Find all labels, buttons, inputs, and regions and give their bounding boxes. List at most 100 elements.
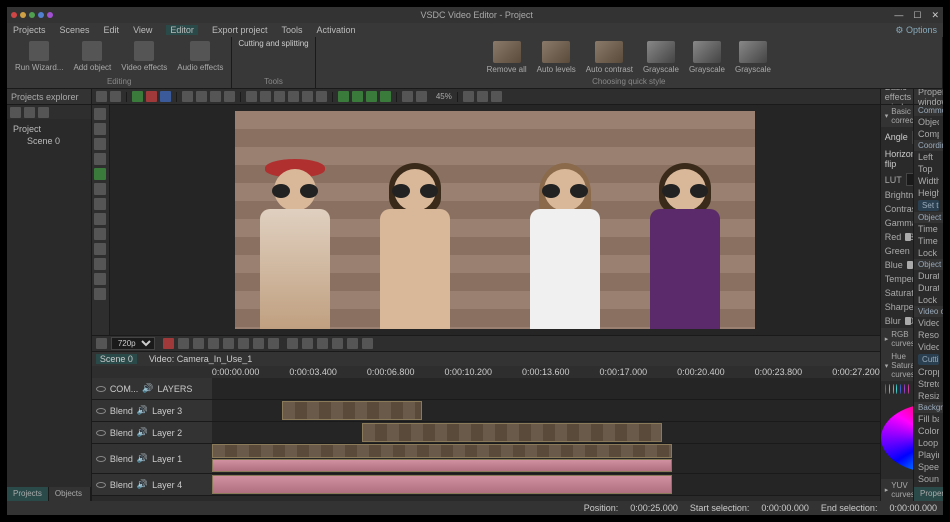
eye-icon[interactable] bbox=[96, 456, 106, 462]
tool-icon[interactable] bbox=[302, 91, 313, 102]
grayscale-button-3[interactable]: Grayscale bbox=[733, 39, 773, 76]
add-object-button[interactable]: Add object bbox=[71, 39, 113, 74]
tool-icon[interactable] bbox=[94, 288, 106, 300]
audio-clip[interactable] bbox=[212, 475, 672, 494]
tool-icon[interactable] bbox=[94, 258, 106, 270]
cursor-icon[interactable] bbox=[94, 108, 106, 120]
eye-icon[interactable] bbox=[96, 482, 106, 488]
play-icon[interactable] bbox=[208, 338, 219, 349]
property-row[interactable]: Fill backgroundNo bbox=[914, 413, 943, 425]
menu-export[interactable]: Export project bbox=[212, 25, 268, 35]
tool-icon[interactable] bbox=[287, 338, 298, 349]
arrow-icon[interactable] bbox=[380, 91, 391, 102]
tab-properties[interactable]: Properties window bbox=[914, 487, 943, 501]
property-row[interactable]: Video duration0:00:13.633 bbox=[914, 341, 943, 353]
property-row[interactable]: Time (frame)0 bbox=[914, 235, 943, 247]
tree-tool-icon[interactable] bbox=[24, 107, 35, 118]
grayscale-button[interactable]: Grayscale bbox=[641, 39, 681, 76]
tool-icon[interactable] bbox=[94, 243, 106, 255]
run-wizard-button[interactable]: Run Wizard... bbox=[13, 39, 65, 74]
property-row[interactable]: Time (ms)0:00:00.000 bbox=[914, 223, 943, 235]
color-swatch[interactable] bbox=[908, 384, 909, 394]
maximize-icon[interactable]: ☐ bbox=[913, 10, 921, 21]
horizontal-flip-toggle[interactable]: Horizontal flip bbox=[885, 149, 913, 169]
eye-icon[interactable] bbox=[96, 408, 106, 414]
tool-icon[interactable] bbox=[94, 183, 106, 195]
property-row[interactable]: Top0.000 bbox=[914, 163, 943, 175]
property-row[interactable]: Left0.000 bbox=[914, 151, 943, 163]
tool-icon[interactable] bbox=[347, 338, 358, 349]
property-row[interactable]: VideoCamera_In_Use.mp4 bbox=[914, 317, 943, 329]
audio-clip[interactable] bbox=[212, 459, 672, 472]
property-row[interactable]: Speed (%)100 bbox=[914, 461, 943, 473]
tool-icon[interactable] bbox=[260, 91, 271, 102]
tab-objects-explorer[interactable]: Objects explorer bbox=[49, 487, 91, 501]
tree-tool-icon[interactable] bbox=[38, 107, 49, 118]
property-row[interactable]: Color0; 0; 0 bbox=[914, 425, 943, 437]
tool-icon[interactable] bbox=[246, 91, 257, 102]
menu-activation[interactable]: Activation bbox=[316, 25, 355, 35]
menu-scenes[interactable]: Scenes bbox=[60, 25, 90, 35]
timeline-tab-video[interactable]: Video: Camera_In_Use_1 bbox=[149, 354, 252, 364]
auto-levels-button[interactable]: Auto levels bbox=[535, 39, 578, 76]
property-row[interactable]: Cropped borders0; 0; 0; 0 bbox=[914, 366, 943, 378]
arrow-icon[interactable] bbox=[352, 91, 363, 102]
remove-all-button[interactable]: Remove all bbox=[485, 39, 529, 76]
tool-icon[interactable] bbox=[146, 91, 157, 102]
tool-icon[interactable] bbox=[94, 213, 106, 225]
zoom-value[interactable]: 45% bbox=[436, 92, 452, 101]
color-swatch[interactable] bbox=[900, 384, 901, 394]
color-swatch[interactable] bbox=[896, 384, 897, 394]
eye-icon[interactable] bbox=[96, 386, 106, 392]
tool-icon[interactable] bbox=[182, 91, 193, 102]
set-same-size-button[interactable]: Set the same size as the parent has bbox=[918, 200, 939, 211]
property-row[interactable]: Resize modeLinear interpolation bbox=[914, 390, 943, 402]
menu-editor[interactable]: Editor bbox=[166, 25, 198, 35]
auto-contrast-button[interactable]: Auto contrast bbox=[584, 39, 635, 76]
tree-project[interactable]: Project bbox=[13, 123, 85, 135]
tool-icon[interactable] bbox=[463, 91, 474, 102]
record-icon[interactable] bbox=[163, 338, 174, 349]
tool-icon[interactable] bbox=[94, 198, 106, 210]
eye-icon[interactable] bbox=[96, 430, 106, 436]
property-row[interactable]: Resolution1920; 1080 bbox=[914, 329, 943, 341]
property-row[interactable]: Height1080.000 bbox=[914, 187, 943, 199]
property-row[interactable]: Duration (frames)1547 bbox=[914, 282, 943, 294]
tool-icon[interactable] bbox=[210, 91, 221, 102]
color-swatch[interactable] bbox=[893, 384, 894, 394]
tab-projects-explorer[interactable]: Projects explorer bbox=[7, 487, 49, 501]
arrow-icon[interactable] bbox=[366, 91, 377, 102]
menu-view[interactable]: View bbox=[133, 25, 152, 35]
tool-icon[interactable] bbox=[302, 338, 313, 349]
property-row[interactable]: Stretch videoNo bbox=[914, 378, 943, 390]
stop-icon[interactable] bbox=[253, 338, 264, 349]
tree-scene[interactable]: Scene 0 bbox=[27, 135, 85, 147]
tool-icon[interactable] bbox=[288, 91, 299, 102]
settings-icon[interactable] bbox=[96, 338, 107, 349]
resolution-select[interactable]: 720p bbox=[111, 337, 155, 350]
color-swatch[interactable] bbox=[889, 384, 890, 394]
tool-icon[interactable] bbox=[477, 91, 488, 102]
video-clip[interactable] bbox=[362, 423, 662, 442]
tool-icon[interactable] bbox=[332, 338, 343, 349]
ellipse-icon[interactable] bbox=[94, 153, 106, 165]
section-hue-saturation[interactable]: Hue Saturation curves bbox=[881, 350, 913, 381]
property-row[interactable]: Loop modeShow last frame at the end bbox=[914, 437, 943, 449]
property-row[interactable]: Width1920.000 bbox=[914, 175, 943, 187]
rect-icon[interactable] bbox=[94, 123, 106, 135]
menu-edit[interactable]: Edit bbox=[104, 25, 120, 35]
arrow-icon[interactable] bbox=[338, 91, 349, 102]
menu-tools[interactable]: Tools bbox=[281, 25, 302, 35]
tool-icon[interactable] bbox=[160, 91, 171, 102]
color-swatch[interactable] bbox=[904, 384, 905, 394]
tool-icon[interactable] bbox=[196, 91, 207, 102]
line-icon[interactable] bbox=[94, 138, 106, 150]
options-button[interactable]: ⚙ Options bbox=[895, 25, 937, 36]
timeline-ruler[interactable]: 0:00:00.0000:00:03.4000:00:06.8000:00:10… bbox=[92, 366, 880, 378]
tool-icon[interactable] bbox=[94, 228, 106, 240]
color-swatch[interactable] bbox=[885, 384, 886, 394]
color-wheel[interactable] bbox=[881, 403, 913, 473]
skip-back-icon[interactable] bbox=[178, 338, 189, 349]
preview-canvas[interactable] bbox=[110, 105, 880, 335]
grayscale-button-2[interactable]: Grayscale bbox=[687, 39, 727, 76]
